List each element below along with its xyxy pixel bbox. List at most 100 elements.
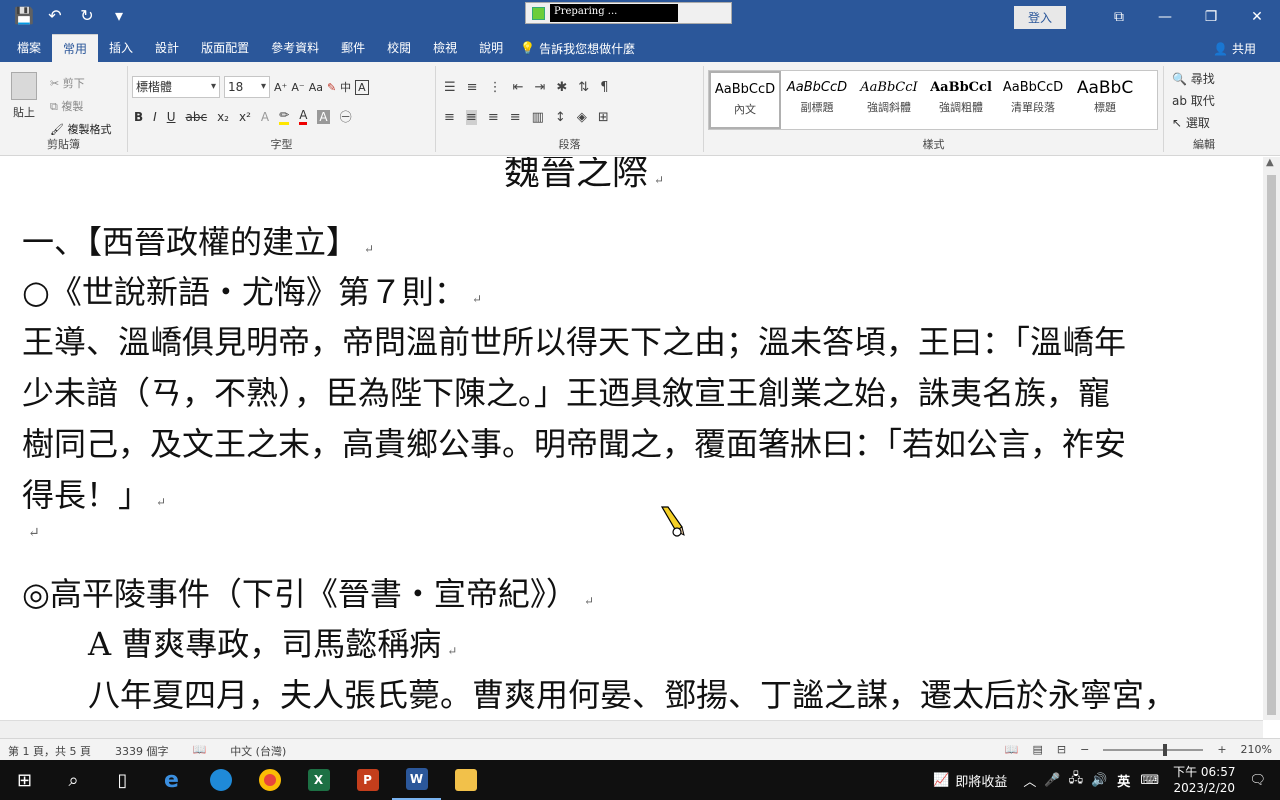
proofing-icon[interactable]: 📖	[192, 743, 206, 759]
bold-button[interactable]: B	[134, 110, 143, 124]
font-color-icon[interactable]: A	[299, 108, 308, 125]
strikethrough-button[interactable]: abc	[186, 110, 208, 124]
close-button[interactable]: ✕	[1234, 9, 1280, 25]
borders-icon[interactable]: ⊞	[598, 110, 609, 125]
align-right-icon[interactable]: ≡	[488, 110, 499, 125]
cut-button[interactable]: ✂ 剪下	[50, 72, 111, 95]
read-mode-icon[interactable]: 📖	[1005, 743, 1019, 756]
style-subtitle[interactable]: AaBbCcD 副標題	[781, 71, 853, 129]
tell-me-box[interactable]: 💡 告訴我您想做什麼	[520, 40, 635, 57]
character-border-icon[interactable]: A	[355, 79, 369, 95]
microphone-icon[interactable]: 🎤	[1044, 773, 1060, 788]
search-button[interactable]: ⌕	[49, 760, 98, 800]
ime-mode-icon[interactable]: ⌨	[1140, 773, 1159, 788]
document-canvas[interactable]: 魏晉之際 ↵ 一、【西晉政權的建立】 ↵ ○《世說新語・尤悔》第７則： ↵ 王導、溫嶠…	[0, 157, 1263, 720]
numbering-icon[interactable]: ≡	[467, 80, 478, 95]
tab-design[interactable]: 設計	[144, 34, 190, 62]
redo-icon[interactable]: ↻	[78, 6, 96, 25]
find-button[interactable]: 🔍 尋找	[1172, 68, 1215, 90]
powerpoint-app[interactable]: P	[343, 760, 392, 800]
font-name-combo[interactable]: 標楷體	[132, 76, 220, 98]
highlight-icon[interactable]: ✏	[279, 108, 290, 125]
scroll-up-icon[interactable]: ▲	[1266, 157, 1274, 168]
change-case-button[interactable]: Aa	[309, 81, 323, 94]
grow-font-button[interactable]: A⁺	[274, 81, 287, 94]
task-view-button[interactable]: ▯	[98, 760, 147, 800]
scroll-thumb[interactable]	[1267, 175, 1276, 715]
zoom-slider[interactable]	[1103, 743, 1204, 756]
tab-file[interactable]: 檔案	[6, 34, 52, 62]
save-icon[interactable]: 💾	[14, 6, 34, 25]
align-center-icon[interactable]: ≡	[465, 110, 477, 125]
asian-layout-icon[interactable]: ✱	[556, 80, 567, 95]
word-app[interactable]: W	[392, 760, 441, 800]
undo-icon[interactable]: ↶	[46, 6, 64, 25]
line-spacing-icon[interactable]: ↕	[555, 110, 566, 125]
shrink-font-button[interactable]: A⁻	[291, 81, 304, 94]
show-hidden-icons[interactable]: ︿	[1023, 771, 1036, 790]
language-indicator[interactable]: 中文 (台灣)	[230, 743, 286, 759]
style-list-paragraph[interactable]: AaBbCcD 清單段落	[997, 71, 1069, 129]
word-count[interactable]: 3339 個字	[115, 743, 169, 759]
notification-icon[interactable]: 🗨	[1249, 773, 1266, 788]
stock-icon[interactable]: 📈	[933, 773, 949, 788]
replace-button[interactable]: ab 取代	[1172, 90, 1215, 112]
align-left-icon[interactable]: ≡	[444, 110, 455, 125]
minimize-button[interactable]: —	[1142, 9, 1188, 25]
multilevel-list-icon[interactable]: ⋮	[489, 80, 502, 95]
tab-insert[interactable]: 插入	[98, 34, 144, 62]
style-strong[interactable]: AaBbCcl 強調粗體	[925, 71, 997, 129]
copy-button[interactable]: ⧉ 複製	[50, 95, 111, 118]
underline-button[interactable]: U	[167, 110, 176, 124]
web-layout-icon[interactable]: ⊟	[1057, 743, 1066, 756]
style-normal[interactable]: AaBbCcD 內文	[709, 71, 781, 129]
italic-button[interactable]: I	[153, 110, 157, 124]
clear-formatting-icon[interactable]: ✎	[327, 81, 336, 94]
excel-app[interactable]: X	[294, 760, 343, 800]
bullets-icon[interactable]: ☰	[444, 80, 456, 95]
ribbon-display-options-icon[interactable]: ⧉	[1096, 9, 1142, 25]
tab-layout[interactable]: 版面配置	[190, 34, 260, 62]
enclose-characters-icon[interactable]: ㊀	[340, 108, 352, 125]
tab-mailings[interactable]: 郵件	[330, 34, 376, 62]
style-title[interactable]: AaBbC 標題	[1069, 71, 1141, 129]
sort-icon[interactable]: ⇅	[578, 80, 589, 95]
style-emphasis[interactable]: AaBbCcI 強調斜體	[853, 71, 925, 129]
subscript-button[interactable]: x₂	[217, 110, 229, 124]
ie-app[interactable]: e	[147, 760, 196, 800]
clock[interactable]: 下午 06:57 2023/2/20	[1173, 764, 1235, 796]
ime-indicator[interactable]: 英	[1117, 771, 1130, 790]
login-button[interactable]: 登入	[1013, 5, 1066, 29]
share-button[interactable]: 👤 共用	[1213, 40, 1256, 57]
paste-button[interactable]: 貼上	[6, 72, 42, 132]
distributed-icon[interactable]: ▥	[532, 110, 544, 125]
decrease-indent-icon[interactable]: ⇤	[513, 80, 524, 95]
chrome-app[interactable]	[245, 760, 294, 800]
customize-qat-icon[interactable]: ▾	[110, 6, 128, 25]
vertical-scrollbar[interactable]: ▲	[1263, 157, 1280, 720]
show-marks-icon[interactable]: ¶	[600, 80, 608, 95]
tray-text[interactable]: 即將收益	[955, 771, 1007, 790]
font-size-combo[interactable]: 18	[224, 76, 270, 98]
justify-icon[interactable]: ≡	[510, 110, 521, 125]
print-layout-icon[interactable]: ▤	[1032, 743, 1042, 756]
superscript-button[interactable]: x²	[239, 110, 251, 124]
horizontal-scrollbar[interactable]	[0, 720, 1263, 738]
text-effects-icon[interactable]: A	[261, 110, 269, 124]
edge-app[interactable]	[196, 760, 245, 800]
tab-references[interactable]: 參考資料	[260, 34, 330, 62]
network-icon[interactable]: 🖧	[1069, 769, 1084, 791]
file-explorer-app[interactable]	[441, 760, 490, 800]
character-shading-icon[interactable]: A	[317, 109, 330, 124]
page-count[interactable]: 第 1 頁，共 5 頁	[8, 743, 91, 759]
start-button[interactable]: ⊞	[0, 760, 49, 800]
zoom-in-button[interactable]: +	[1217, 743, 1226, 756]
tab-home[interactable]: 常用	[52, 33, 99, 63]
volume-icon[interactable]: 🔊	[1091, 773, 1107, 788]
phonetic-guide-icon[interactable]: 中	[340, 79, 351, 95]
shading-icon[interactable]: ◈	[577, 110, 587, 125]
increase-indent-icon[interactable]: ⇥	[534, 80, 545, 95]
restore-button[interactable]: ❐	[1188, 9, 1234, 25]
tab-view[interactable]: 檢視	[422, 34, 468, 62]
zoom-level[interactable]: 210%	[1241, 743, 1272, 756]
